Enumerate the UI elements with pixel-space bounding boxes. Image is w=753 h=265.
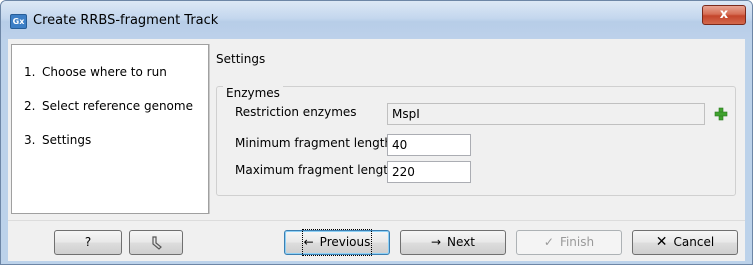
settings-panel: Settings Enzymes Restriction enzymes Msp… xyxy=(209,44,743,214)
step-choose-where-to-run[interactable]: 1. Choose where to run xyxy=(24,65,167,79)
enzymes-group: Enzymes Restriction enzymes MspI Minimum… xyxy=(216,86,736,196)
next-button-content: → Next xyxy=(431,231,475,254)
dialog-body: 1. Choose where to run 2. Select reference… xyxy=(8,39,745,261)
previous-label: Previous xyxy=(319,235,371,249)
group-title: Enzymes xyxy=(223,86,283,100)
window-title: Create RRBS-fragment Track xyxy=(33,13,219,28)
finish-label: Finish xyxy=(559,235,595,249)
step-label: Settings xyxy=(42,133,92,147)
title-bar[interactable]: Gx Create RRBS-fragment Track x xyxy=(1,1,752,39)
next-label: Next xyxy=(447,235,476,249)
max-fragment-length-input[interactable] xyxy=(387,161,471,183)
help-label: ? xyxy=(84,235,92,249)
help-button[interactable]: ? xyxy=(54,230,122,255)
step-select-reference-genome[interactable]: 2. Select reference genome xyxy=(24,99,193,113)
wizard-steps-panel: 1. Choose where to run 2. Select reference… xyxy=(11,44,209,214)
cancel-button[interactable]: ✕ Cancel xyxy=(632,230,738,255)
arrow-right-icon: → xyxy=(430,235,442,249)
cancel-label: Cancel xyxy=(673,235,715,249)
section-title: Settings xyxy=(216,52,266,66)
cancel-button-content: ✕ Cancel xyxy=(656,231,714,254)
checkmark-icon: ✓ xyxy=(543,235,554,249)
max-fragment-length-label: Maximum fragment length xyxy=(235,163,396,177)
footer-divider xyxy=(8,220,745,221)
restriction-enzymes-field[interactable]: MspI xyxy=(387,103,705,125)
min-fragment-length-input[interactable] xyxy=(387,134,471,156)
restriction-enzymes-label: Restriction enzymes xyxy=(235,105,357,119)
finish-button-content: ✓ Finish xyxy=(544,231,594,254)
step-number: 1. xyxy=(24,65,36,79)
reset-button[interactable] xyxy=(129,230,183,255)
step-label: Choose where to run xyxy=(42,65,167,79)
reset-icon xyxy=(152,236,162,250)
cancel-x-icon: ✕ xyxy=(655,234,668,250)
step-settings[interactable]: 3. Settings xyxy=(24,133,91,147)
previous-button-content: ← Previous xyxy=(301,229,373,256)
dialog-window: Gx Create RRBS-fragment Track x 1. Choose… xyxy=(0,0,753,265)
plus-icon[interactable] xyxy=(714,107,728,121)
arrow-left-icon: ← xyxy=(303,235,314,249)
finish-button[interactable]: ✓ Finish xyxy=(516,230,622,255)
step-number: 2. xyxy=(24,99,36,113)
app-icon: Gx xyxy=(10,14,27,29)
step-label: Select reference genome xyxy=(42,99,193,113)
min-fragment-length-label: Minimum fragment length xyxy=(235,136,393,150)
previous-button[interactable]: ← Previous xyxy=(284,229,390,256)
close-icon: x xyxy=(719,7,729,22)
close-button[interactable]: x xyxy=(702,5,746,25)
next-button[interactable]: → Next xyxy=(400,230,506,255)
step-number: 3. xyxy=(24,133,36,147)
